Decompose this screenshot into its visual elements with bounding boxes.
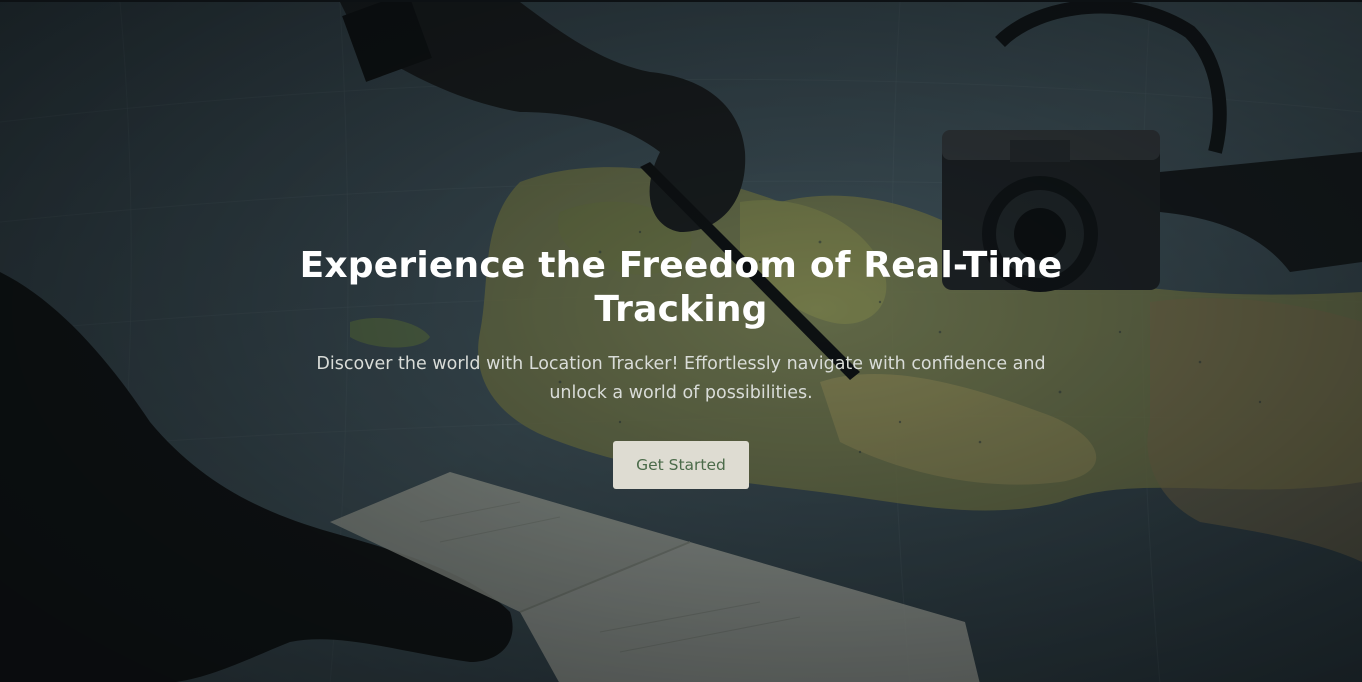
- hero-title: Experience the Freedom of Real-Time Trac…: [299, 245, 1063, 330]
- hero-subtitle: Discover the world with Location Tracker…: [316, 354, 1046, 403]
- get-started-button[interactable]: Get Started: [613, 441, 749, 489]
- hero-section: Experience the Freedom of Real-Time Trac…: [0, 0, 1362, 682]
- hero-content: Experience the Freedom of Real-Time Trac…: [0, 244, 1362, 489]
